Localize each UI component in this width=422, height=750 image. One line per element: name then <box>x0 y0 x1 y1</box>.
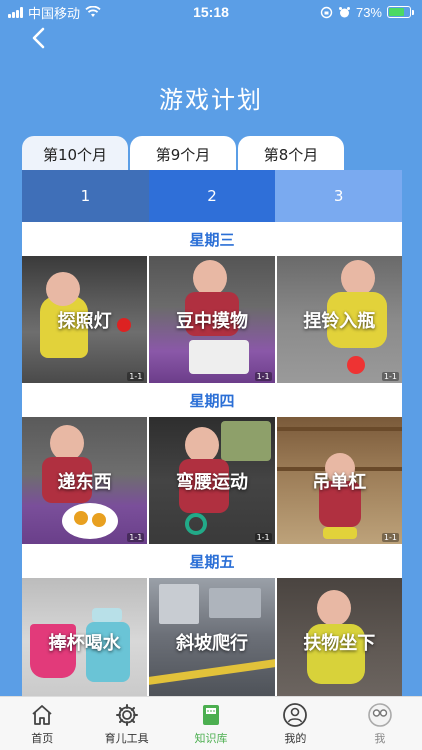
battery-icon <box>387 6 414 18</box>
tab-tools-label: 育儿工具 <box>104 731 149 745</box>
activity-badge: 1-1 <box>127 372 145 381</box>
day-header-friday: 星期五 <box>22 544 402 578</box>
gear-icon <box>115 703 138 726</box>
activity-badge: 1-1 <box>254 372 272 381</box>
carrier-label: 中国移动 <box>28 5 81 21</box>
activity-row: 递东西 1-1 弯腰运动 1-1 吊单杠 1-1 <box>22 417 402 544</box>
tab-knowledge[interactable]: 知识库 <box>169 697 253 750</box>
face-icon <box>368 702 392 727</box>
orientation-lock-icon <box>320 6 333 18</box>
bottom-tab-bar: 首页 育儿工具 知识库 我的 我 <box>0 696 422 750</box>
activity-tile[interactable]: 豆中摸物 1-1 <box>149 256 275 383</box>
activity-row: 捧杯喝水 斜坡爬行 扶物坐下 <box>22 578 402 700</box>
home-icon <box>32 704 52 725</box>
chevron-left-icon <box>32 27 45 49</box>
activity-tile[interactable]: 探照灯 1-1 <box>22 256 148 383</box>
user-icon <box>283 702 308 727</box>
tab-week-1[interactable]: 1 <box>22 170 149 222</box>
tab-home[interactable]: 首页 <box>0 697 84 750</box>
activity-label: 扶物坐下 <box>303 632 376 654</box>
tab-week-3[interactable]: 3 <box>275 170 402 222</box>
tab-knowledge-label: 知识库 <box>194 731 228 745</box>
activity-label: 捧杯喝水 <box>48 632 121 654</box>
activity-tile[interactable]: 吊单杠 1-1 <box>276 417 402 544</box>
activity-badge: 1-1 <box>381 533 399 542</box>
activity-tile[interactable]: 扶物坐下 <box>276 578 402 700</box>
tab-month-10[interactable]: 第10个月 <box>22 136 128 172</box>
day-header-thursday: 星期四 <box>22 383 402 417</box>
tab-week-2[interactable]: 2 <box>148 170 276 222</box>
month-tabs: 第10个月 第9个月 第8个月 <box>22 136 402 172</box>
back-button[interactable] <box>24 24 52 52</box>
activity-tile[interactable]: 捧杯喝水 <box>22 578 148 700</box>
activity-row: 探照灯 1-1 豆中摸物 1-1 捏铃入瓶 1-1 <box>22 256 402 383</box>
alarm-icon <box>338 6 350 17</box>
activity-label: 递东西 <box>57 471 112 493</box>
tab-mine-label: 我的 <box>284 731 307 745</box>
tab-home-label: 首页 <box>31 731 54 745</box>
activity-label: 弯腰运动 <box>175 471 248 493</box>
plan-card: 1 2 3 星期三 探照灯 1-1 豆中摸物 1-1 捏铃入瓶 1-1 星期四 … <box>22 170 402 700</box>
tab-mine[interactable]: 我的 <box>253 697 337 750</box>
book-icon <box>203 704 220 725</box>
activity-tile[interactable]: 捏铃入瓶 1-1 <box>276 256 402 383</box>
week-tabs: 1 2 3 <box>22 170 402 222</box>
wifi-icon <box>85 6 101 17</box>
activity-label: 吊单杠 <box>312 471 367 493</box>
clock: 15:18 <box>193 4 229 20</box>
tab-tools[interactable]: 育儿工具 <box>84 697 168 750</box>
signal-icon <box>8 6 23 18</box>
activity-tile[interactable]: 斜坡爬行 <box>149 578 275 700</box>
activity-badge: 1-1 <box>381 372 399 381</box>
page-title: 游戏计划 <box>159 86 263 114</box>
activity-badge: 1-1 <box>127 533 145 542</box>
tab-month-8[interactable]: 第8个月 <box>238 136 344 172</box>
activity-label: 捏铃入瓶 <box>303 310 376 332</box>
activity-label: 斜坡爬行 <box>175 632 248 654</box>
tab-me-label: 我 <box>374 731 386 745</box>
tab-month-9[interactable]: 第9个月 <box>130 136 236 172</box>
activity-label: 豆中摸物 <box>175 310 248 332</box>
battery-percent: 73% <box>355 4 382 20</box>
day-header-wednesday: 星期三 <box>22 222 402 256</box>
status-bar: 中国移动 15:18 73% <box>0 0 422 24</box>
activity-tile[interactable]: 递东西 1-1 <box>22 417 148 544</box>
activity-label: 探照灯 <box>57 310 112 332</box>
activity-tile[interactable]: 弯腰运动 1-1 <box>149 417 275 544</box>
activity-badge: 1-1 <box>254 533 272 542</box>
tab-me[interactable]: 我 <box>338 697 422 750</box>
